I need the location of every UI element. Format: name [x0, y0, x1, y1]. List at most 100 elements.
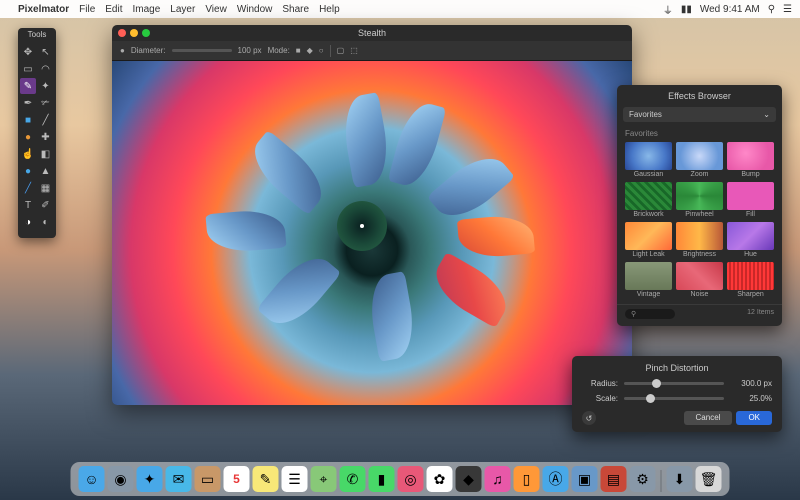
gradient-tool[interactable]: ▦: [38, 180, 54, 196]
spotlight-icon[interactable]: ⚲: [768, 4, 775, 15]
effect-zoom[interactable]: Zoom: [676, 142, 723, 178]
dock-contacts[interactable]: ▭: [195, 466, 221, 492]
text-tool[interactable]: T: [20, 197, 36, 213]
effect-brickwork[interactable]: Brickwork: [625, 182, 672, 218]
dock-downloads[interactable]: ⬇: [667, 466, 693, 492]
effect-fill[interactable]: Fill: [727, 182, 774, 218]
dock-photos[interactable]: ✿: [427, 466, 453, 492]
menu-edit[interactable]: Edit: [105, 4, 122, 15]
clock[interactable]: Wed 9:41 AM: [700, 4, 760, 15]
lasso-tool[interactable]: ◠: [38, 61, 54, 77]
pen-tool[interactable]: ✒: [20, 95, 36, 111]
effect-brightness[interactable]: Brightness: [676, 222, 723, 258]
dock-settings[interactable]: ⚙: [630, 466, 656, 492]
heal-tool[interactable]: ✚: [38, 129, 54, 145]
dock-appstore[interactable]: Ⓐ: [543, 466, 569, 492]
marquee-tool[interactable]: ▭: [20, 61, 36, 77]
menu-share[interactable]: Share: [282, 4, 309, 15]
effect-noise[interactable]: Noise: [676, 262, 723, 298]
pinch-distortion-panel: Pinch Distortion Radius: 300.0 px Scale:…: [572, 356, 782, 432]
battery-icon[interactable]: ▮▮: [681, 4, 692, 15]
dock-pixelmator[interactable]: ◆: [456, 466, 482, 492]
mode-icon-2[interactable]: ◆: [307, 46, 313, 55]
menubar: Pixelmator File Edit Image Layer View Wi…: [0, 0, 800, 18]
effect-vintage[interactable]: Vintage: [625, 262, 672, 298]
effect-pinwheel[interactable]: Pinwheel: [676, 182, 723, 218]
eyedropper-tool[interactable]: ✐: [38, 197, 54, 213]
dock-launchpad[interactable]: ◉: [108, 466, 134, 492]
mode-icon-3[interactable]: ○: [319, 46, 324, 55]
move-tool[interactable]: ✥: [20, 44, 36, 60]
dock-safari[interactable]: ✦: [137, 466, 163, 492]
selection-tool[interactable]: ↖: [38, 44, 54, 60]
dock-finder[interactable]: ☺: [79, 466, 105, 492]
blur-tool[interactable]: ●: [20, 163, 36, 179]
maximize-button[interactable]: [142, 29, 150, 37]
dock-reminders[interactable]: ☰: [282, 466, 308, 492]
ok-button[interactable]: OK: [736, 411, 772, 425]
effect-bump[interactable]: Bump: [727, 142, 774, 178]
wifi-icon[interactable]: ⏚: [663, 2, 673, 17]
dock-facetime[interactable]: ▮: [369, 466, 395, 492]
brush-tool[interactable]: ✎: [20, 78, 36, 94]
brush-cursor: [360, 224, 364, 228]
pencil-tool[interactable]: ╱: [38, 112, 54, 128]
effects-search[interactable]: ⚲: [625, 309, 675, 319]
effect-thumb: [676, 182, 723, 210]
menu-help[interactable]: Help: [319, 4, 340, 15]
effect-light-leak[interactable]: Light Leak: [625, 222, 672, 258]
scale-slider[interactable]: [624, 397, 724, 400]
effect-gaussian[interactable]: Gaussian: [625, 142, 672, 178]
dock-messages[interactable]: ✆: [340, 466, 366, 492]
effect-hue[interactable]: Hue: [727, 222, 774, 258]
minimize-button[interactable]: [130, 29, 138, 37]
titlebar[interactable]: Stealth: [112, 25, 632, 41]
close-button[interactable]: [118, 29, 126, 37]
dock-calendar[interactable]: 5: [224, 466, 250, 492]
shape-tool[interactable]: ■: [20, 112, 36, 128]
notifications-icon[interactable]: ☰: [783, 4, 792, 15]
dock-notes[interactable]: ✎: [253, 466, 279, 492]
brush-preview-icon[interactable]: ●: [120, 46, 125, 55]
dock-mail[interactable]: ✉: [166, 466, 192, 492]
radius-slider[interactable]: [624, 382, 724, 385]
wand-tool[interactable]: ✦: [38, 78, 54, 94]
cancel-button[interactable]: Cancel: [684, 411, 733, 425]
effects-category-dropdown[interactable]: Favorites⌄: [623, 107, 776, 122]
menu-image[interactable]: Image: [133, 4, 161, 15]
menu-window[interactable]: Window: [237, 4, 273, 15]
effect-sharpen[interactable]: Sharpen: [727, 262, 774, 298]
radius-label: Radius:: [582, 379, 618, 388]
mode-icon-1[interactable]: ■: [296, 46, 301, 55]
search-icon: ⚲: [631, 311, 636, 318]
smudge-tool[interactable]: ☝: [20, 146, 36, 162]
dock-dictionary[interactable]: ▤: [601, 466, 627, 492]
effect-thumb: [676, 262, 723, 290]
mode-icon-5[interactable]: ⬚: [350, 46, 358, 55]
reset-button[interactable]: ↺: [582, 411, 596, 425]
dock-itunes[interactable]: ♫: [485, 466, 511, 492]
dock-maps[interactable]: ⌖: [311, 466, 337, 492]
document-window: Stealth ● Diameter: 100 px Mode: ■ ◆ ○ ▢…: [112, 25, 632, 405]
paint-tool[interactable]: ╱: [20, 180, 36, 196]
menu-layer[interactable]: Layer: [170, 4, 195, 15]
fg-color[interactable]: ◑: [20, 214, 36, 230]
eraser-tool[interactable]: ◧: [38, 146, 54, 162]
effects-count: 12 Items: [747, 309, 774, 319]
clone-tool[interactable]: ●: [20, 129, 36, 145]
dock-photobooth[interactable]: ◎: [398, 466, 424, 492]
mode-icon-4[interactable]: ▢: [337, 46, 345, 55]
bg-color[interactable]: ◐: [38, 214, 54, 230]
brush-toolbar: ● Diameter: 100 px Mode: ■ ◆ ○ ▢ ⬚: [112, 41, 632, 61]
menu-view[interactable]: View: [205, 4, 227, 15]
dock-trash[interactable]: 🗑: [696, 466, 722, 492]
crop-tool[interactable]: ✃: [38, 95, 54, 111]
dock-preview[interactable]: ▣: [572, 466, 598, 492]
sharpen-tool[interactable]: ▲: [38, 163, 54, 179]
diameter-slider[interactable]: [172, 49, 232, 52]
canvas[interactable]: [112, 61, 632, 405]
menu-file[interactable]: File: [79, 4, 95, 15]
app-name[interactable]: Pixelmator: [18, 4, 69, 15]
dock-ibooks[interactable]: ▯: [514, 466, 540, 492]
document-title: Stealth: [358, 28, 386, 38]
